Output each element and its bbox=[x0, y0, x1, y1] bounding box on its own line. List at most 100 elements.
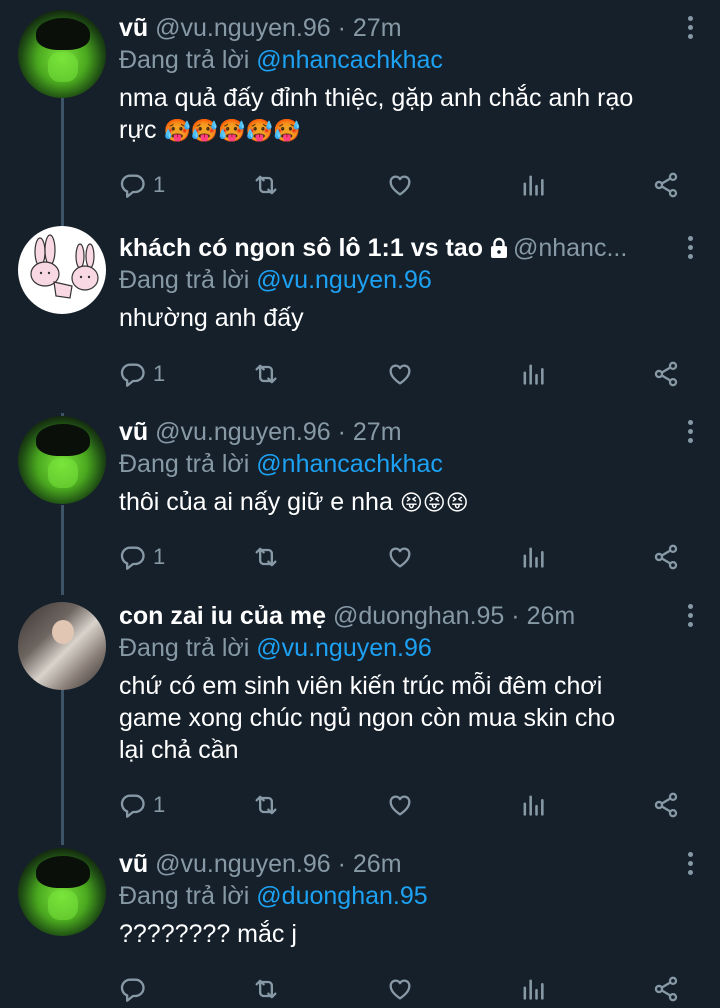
share-icon bbox=[652, 543, 680, 571]
user-handle[interactable]: @nhanc... bbox=[513, 234, 627, 262]
share-button[interactable] bbox=[652, 790, 680, 820]
avatar[interactable] bbox=[18, 10, 106, 98]
emoji: 😝😝😝 bbox=[399, 490, 469, 515]
retweet-icon bbox=[252, 360, 280, 388]
retweet-button[interactable] bbox=[252, 359, 280, 389]
user-handle[interactable]: @duonghan.95 bbox=[333, 602, 504, 630]
display-name[interactable]: khách có ngon sô lô 1:1 vs tao bbox=[119, 234, 483, 262]
more-options-icon[interactable] bbox=[688, 420, 694, 444]
replying-to-handle[interactable]: @duonghan.95 bbox=[256, 882, 427, 910]
share-button[interactable] bbox=[652, 170, 680, 200]
tweet-text: nma quả đấy đỉnh thiệc, gặp anh chắc anh… bbox=[119, 82, 700, 147]
reply-button[interactable] bbox=[119, 974, 147, 1004]
display-name[interactable]: vũ bbox=[119, 418, 148, 446]
tweet-header: vũ @vu.nguyen.96 · 27m bbox=[119, 416, 700, 448]
tweet-actions: 1 bbox=[0, 359, 720, 389]
tweet[interactable]: vũ @vu.nguyen.96 · 27m Đang trả lời @nha… bbox=[0, 0, 720, 216]
share-button[interactable] bbox=[652, 542, 680, 572]
bunny-avatar-image bbox=[30, 234, 99, 299]
user-handle[interactable]: @vu.nguyen.96 bbox=[155, 850, 331, 878]
reply-button[interactable]: 1 bbox=[119, 542, 165, 572]
reply-icon bbox=[119, 543, 147, 571]
tweet[interactable]: vũ @vu.nguyen.96 · 27m Đang trả lời @nha… bbox=[0, 406, 720, 586]
reply-button[interactable]: 1 bbox=[119, 170, 165, 200]
share-button[interactable] bbox=[652, 974, 680, 1004]
analytics-button[interactable] bbox=[519, 542, 547, 572]
replying-to: Đang trả lời @vu.nguyen.96 bbox=[119, 632, 700, 664]
heart-icon bbox=[386, 975, 414, 1003]
tweet-actions bbox=[0, 974, 720, 1004]
replying-to-label: Đang trả lời bbox=[119, 46, 250, 74]
retweet-button[interactable] bbox=[252, 542, 280, 572]
timestamp[interactable]: 26m bbox=[353, 850, 402, 878]
more-options-icon[interactable] bbox=[688, 236, 694, 260]
display-name[interactable]: vũ bbox=[119, 850, 148, 878]
analytics-button[interactable] bbox=[519, 974, 547, 1004]
more-options-icon[interactable] bbox=[688, 852, 694, 876]
replying-to-handle[interactable]: @nhancachkhac bbox=[256, 46, 443, 74]
analytics-icon bbox=[519, 791, 547, 819]
replying-to-handle[interactable]: @nhancachkhac bbox=[256, 450, 443, 478]
share-icon bbox=[652, 360, 680, 388]
tweet[interactable]: con zai iu của mẹ @duonghan.95 · 26m Đan… bbox=[0, 592, 720, 842]
tweet-text: nhường anh đấy bbox=[119, 302, 700, 334]
separator: · bbox=[337, 850, 346, 878]
user-handle[interactable]: @vu.nguyen.96 bbox=[155, 418, 331, 446]
reply-count: 1 bbox=[153, 172, 166, 197]
display-name[interactable]: con zai iu của mẹ bbox=[119, 602, 326, 630]
replying-to-handle[interactable]: @vu.nguyen.96 bbox=[256, 634, 432, 662]
tweet-text-line: game xong chúc ngủ ngon còn mua skin cho bbox=[119, 704, 616, 732]
tweet-text: thôi của ai nấy giữ e nha 😝😝😝 bbox=[119, 486, 700, 519]
tweet-actions: 1 bbox=[0, 790, 720, 820]
analytics-button[interactable] bbox=[519, 359, 547, 389]
replying-to-label: Đang trả lời bbox=[119, 266, 250, 294]
tweet[interactable]: khách có ngon sô lô 1:1 vs tao @nhanc... … bbox=[0, 216, 720, 404]
tweet-header: vũ @vu.nguyen.96 · 26m bbox=[119, 848, 700, 880]
heart-icon bbox=[386, 791, 414, 819]
retweet-icon bbox=[252, 543, 280, 571]
tweet-text-line: nhường anh đấy bbox=[119, 304, 304, 332]
share-icon bbox=[652, 171, 680, 199]
avatar[interactable] bbox=[18, 602, 106, 690]
tweet-header: khách có ngon sô lô 1:1 vs tao @nhanc... bbox=[119, 232, 700, 264]
avatar[interactable] bbox=[18, 226, 106, 314]
replying-to-handle[interactable]: @vu.nguyen.96 bbox=[256, 266, 432, 294]
more-options-icon[interactable] bbox=[688, 16, 694, 40]
reply-icon bbox=[119, 360, 147, 388]
lock-icon bbox=[490, 237, 507, 258]
user-handle[interactable]: @vu.nguyen.96 bbox=[155, 14, 331, 42]
retweet-button[interactable] bbox=[252, 170, 280, 200]
tweet-text: chứ có em sinh viên kiến trúc mỗi đêm ch… bbox=[119, 670, 700, 766]
separator: · bbox=[511, 602, 520, 630]
timestamp[interactable]: 26m bbox=[527, 602, 576, 630]
tweet[interactable]: vũ @vu.nguyen.96 · 26m Đang trả lời @duo… bbox=[0, 838, 720, 1008]
avatar[interactable] bbox=[18, 416, 106, 504]
retweet-button[interactable] bbox=[252, 974, 280, 1004]
tweet-text-line: thôi của ai nấy giữ e nha bbox=[119, 488, 393, 516]
like-button[interactable] bbox=[386, 974, 414, 1004]
tweet-actions: 1 bbox=[0, 170, 720, 200]
more-options-icon[interactable] bbox=[688, 604, 694, 628]
tweet-text-line: chứ có em sinh viên kiến trúc mỗi đêm ch… bbox=[119, 672, 603, 700]
tweet-text-line: ???????? mắc j bbox=[119, 920, 297, 948]
replying-to-label: Đang trả lời bbox=[119, 634, 250, 662]
analytics-button[interactable] bbox=[519, 170, 547, 200]
tweet-text-line: lại chả cần bbox=[119, 736, 239, 764]
timestamp[interactable]: 27m bbox=[353, 418, 402, 446]
analytics-button[interactable] bbox=[519, 790, 547, 820]
like-button[interactable] bbox=[386, 790, 414, 820]
like-button[interactable] bbox=[386, 170, 414, 200]
heart-icon bbox=[386, 171, 414, 199]
display-name[interactable]: vũ bbox=[119, 14, 148, 42]
separator: · bbox=[337, 418, 346, 446]
heart-icon bbox=[386, 360, 414, 388]
avatar[interactable] bbox=[18, 848, 106, 936]
timestamp[interactable]: 27m bbox=[353, 14, 402, 42]
retweet-button[interactable] bbox=[252, 790, 280, 820]
share-button[interactable] bbox=[652, 359, 680, 389]
reply-button[interactable]: 1 bbox=[119, 359, 165, 389]
reply-button[interactable]: 1 bbox=[119, 790, 165, 820]
like-button[interactable] bbox=[386, 542, 414, 572]
like-button[interactable] bbox=[386, 359, 414, 389]
reply-icon bbox=[119, 171, 147, 199]
